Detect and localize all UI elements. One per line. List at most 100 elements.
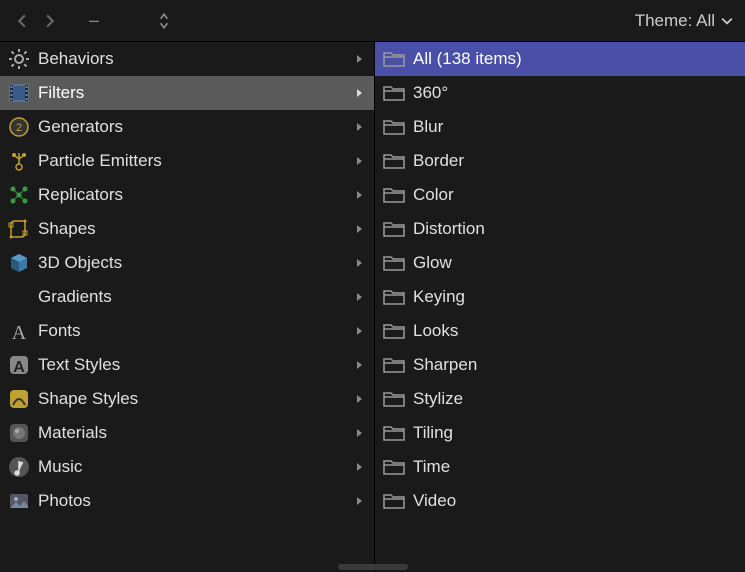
category-row-shapes[interactable]: Shapes: [0, 212, 374, 246]
toolbar: – Theme: All: [0, 0, 745, 42]
chevron-right-icon: [352, 122, 368, 132]
folder-icon: [381, 80, 407, 106]
subcategory-label: Keying: [413, 287, 739, 307]
subcategory-row-time[interactable]: Time: [375, 450, 745, 484]
subcategory-row-looks[interactable]: Looks: [375, 314, 745, 348]
category-label: 3D Objects: [38, 253, 352, 273]
folder-icon: [381, 182, 407, 208]
category-label: Generators: [38, 117, 352, 137]
chevron-right-icon: [352, 428, 368, 438]
category-label: Replicators: [38, 185, 352, 205]
chevron-right-icon: [352, 292, 368, 302]
chevron-right-icon: [352, 326, 368, 336]
category-label: Materials: [38, 423, 352, 443]
folder-icon: [381, 148, 407, 174]
subcategory-row-tiling[interactable]: Tiling: [375, 416, 745, 450]
category-label: Shapes: [38, 219, 352, 239]
folder-icon: [381, 352, 407, 378]
subcategory-column: All (138 items) 360° Blur BorderColor Distor…: [375, 42, 745, 572]
cube3d-icon: [6, 250, 32, 276]
chevron-right-icon: [352, 190, 368, 200]
chevron-right-icon: [352, 394, 368, 404]
category-row-replicators[interactable]: Replicators: [0, 178, 374, 212]
subcategory-label: Distortion: [413, 219, 739, 239]
subcategory-row-stylize[interactable]: Stylize: [375, 382, 745, 416]
chevron-right-icon: [43, 14, 57, 28]
category-label: Fonts: [38, 321, 352, 341]
theme-popup[interactable]: Theme: All: [631, 11, 737, 31]
subcategory-row-color[interactable]: Color: [375, 178, 745, 212]
category-row-music[interactable]: Music: [0, 450, 374, 484]
subcategory-label: 360°: [413, 83, 739, 103]
chevron-right-icon: [352, 462, 368, 472]
subcategory-label: Time: [413, 457, 739, 477]
subcategory-label: Blur: [413, 117, 739, 137]
material-icon: [6, 420, 32, 446]
theme-popup-label: Theme: All: [635, 11, 715, 31]
nav-back-button[interactable]: [8, 7, 36, 35]
chevron-right-icon: [352, 88, 368, 98]
category-row-photos[interactable]: Photos: [0, 484, 374, 518]
subcategory-label: Looks: [413, 321, 739, 341]
stepper-icon: [158, 12, 170, 30]
category-row-fonts[interactable]: Fonts: [0, 314, 374, 348]
category-label: Photos: [38, 491, 352, 511]
chevron-left-icon: [15, 14, 29, 28]
subcategory-row-keying[interactable]: Keying: [375, 280, 745, 314]
category-label: Music: [38, 457, 352, 477]
subcategory-label: Tiling: [413, 423, 739, 443]
chevron-down-icon: [721, 15, 733, 27]
textStyle-icon: [6, 352, 32, 378]
chevron-right-icon: [352, 54, 368, 64]
category-row-behaviors[interactable]: Behaviors: [0, 42, 374, 76]
category-label: Shape Styles: [38, 389, 352, 409]
subcategory-row-distortion[interactable]: Distortion: [375, 212, 745, 246]
folder-icon: [381, 284, 407, 310]
category-label: Behaviors: [38, 49, 352, 69]
category-row-gradients[interactable]: Gradients: [0, 280, 374, 314]
folder-icon: [381, 386, 407, 412]
category-row-filters[interactable]: Filters: [0, 76, 374, 110]
folder-icon: [381, 114, 407, 140]
subcategory-row-border[interactable]: Border: [375, 144, 745, 178]
horizontal-scrollbar[interactable]: [338, 564, 408, 570]
subcategory-row-all-138-items-[interactable]: All (138 items): [375, 42, 745, 76]
subcategory-label: All (138 items): [413, 49, 739, 69]
chevron-right-icon: [352, 224, 368, 234]
folder-icon: [381, 216, 407, 242]
subcategory-row-video[interactable]: Video: [375, 484, 745, 518]
subcategory-label: Stylize: [413, 389, 739, 409]
filmstrip-icon: [6, 80, 32, 106]
fontA-icon: [6, 318, 32, 344]
subcategory-row-glow[interactable]: Glow: [375, 246, 745, 280]
gear-icon: [6, 46, 32, 72]
subcategory-label: Sharpen: [413, 355, 739, 375]
shapes-icon: [6, 216, 32, 242]
chevron-right-icon: [352, 156, 368, 166]
music-icon: [6, 454, 32, 480]
subcategory-label: Glow: [413, 253, 739, 273]
photos-icon: [6, 488, 32, 514]
chevron-right-icon: [352, 496, 368, 506]
category-label: Filters: [38, 83, 352, 103]
stepper-control[interactable]: [154, 12, 174, 30]
folder-icon: [381, 318, 407, 344]
category-row-particle-emitters[interactable]: Particle Emitters: [0, 144, 374, 178]
toolbar-separator: –: [84, 10, 104, 31]
nav-forward-button[interactable]: [36, 7, 64, 35]
subcategory-row-sharpen[interactable]: Sharpen: [375, 348, 745, 382]
category-label: Particle Emitters: [38, 151, 352, 171]
category-label: Text Styles: [38, 355, 352, 375]
subcategory-row-blur[interactable]: Blur: [375, 110, 745, 144]
folder-icon: [381, 46, 407, 72]
subcategory-row-360-[interactable]: 360°: [375, 76, 745, 110]
emitter-icon: [6, 148, 32, 174]
category-row-generators[interactable]: Generators: [0, 110, 374, 144]
replicator-icon: [6, 182, 32, 208]
category-row-materials[interactable]: Materials: [0, 416, 374, 450]
shapeStyle-icon: [6, 386, 32, 412]
category-column: Behaviors Filters Generators Particle Emitt…: [0, 42, 375, 572]
category-row-shape-styles[interactable]: Shape Styles: [0, 382, 374, 416]
category-row-3d-objects[interactable]: 3D Objects: [0, 246, 374, 280]
category-row-text-styles[interactable]: Text Styles: [0, 348, 374, 382]
